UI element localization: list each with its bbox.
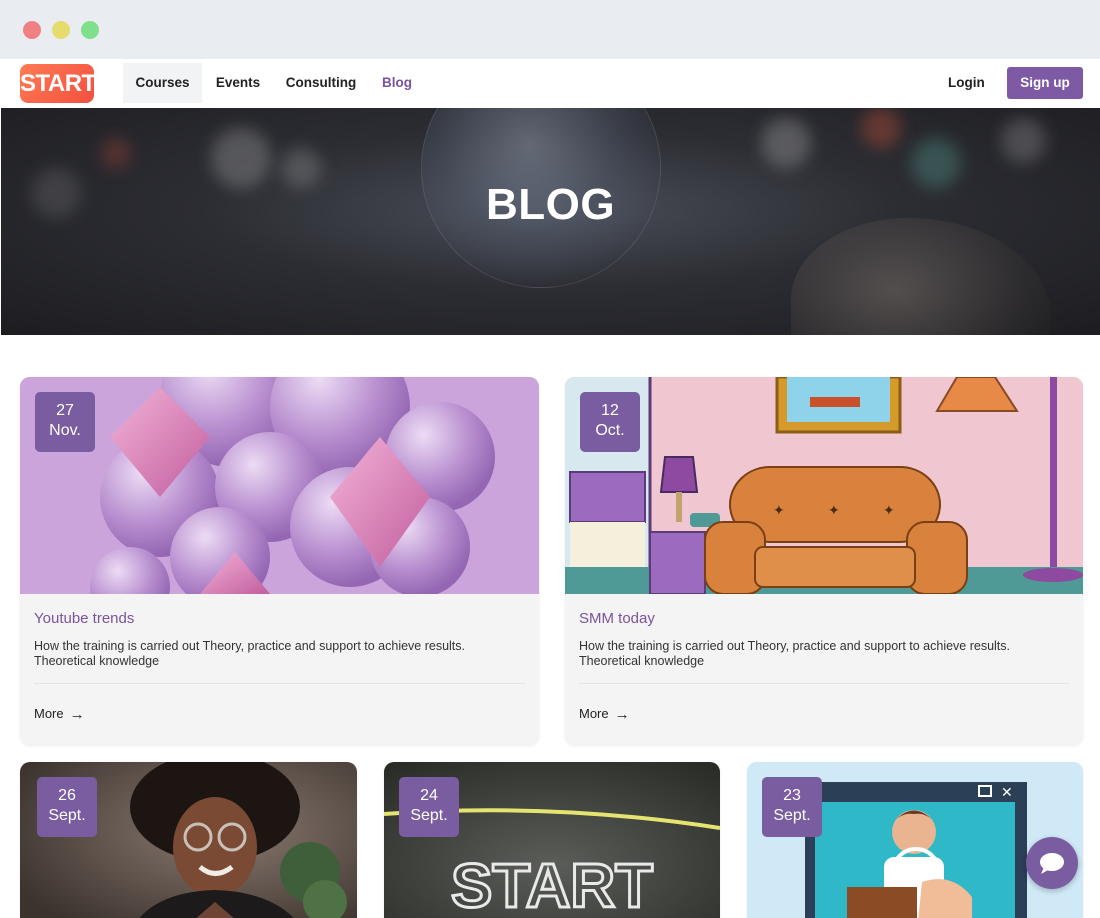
- chalk-start-text: START: [451, 852, 653, 918]
- more-link[interactable]: More →: [34, 706, 85, 723]
- post-title[interactable]: SMM today: [579, 610, 655, 627]
- post-title[interactable]: Youtube trends: [34, 610, 134, 627]
- card-divider: [579, 683, 1069, 684]
- post-description: How the training is carried out Theory, …: [579, 639, 1011, 668]
- date-day: 26: [58, 787, 76, 804]
- date-day: 23: [783, 787, 801, 804]
- svg-text:✕: ✕: [1001, 785, 1013, 801]
- nav-item-events[interactable]: Events: [210, 63, 266, 103]
- hero-hand-graphic: [791, 218, 1051, 335]
- chat-bubble-icon: [1040, 853, 1064, 874]
- arrow-right-icon: →: [69, 706, 85, 723]
- living-room-image: ✦ ✦ ✦: [565, 377, 1083, 594]
- more-label: More: [34, 706, 64, 721]
- date-badge: 23 Sept.: [762, 777, 822, 837]
- window-titlebar: [0, 0, 1100, 59]
- card-divider: [34, 683, 525, 684]
- start-logo[interactable]: START: [20, 64, 96, 103]
- post-description: How the training is carried out Theory, …: [34, 639, 466, 668]
- card-image: [20, 377, 539, 594]
- login-link[interactable]: Login: [948, 63, 985, 103]
- card-image: ✦ ✦ ✦: [565, 377, 1083, 594]
- nav-item-blog[interactable]: Blog: [376, 63, 418, 103]
- date-month: Oct.: [595, 422, 625, 439]
- date-day: 24: [420, 787, 438, 804]
- blog-card[interactable]: 27 Nov. Youtube trends How the training …: [20, 377, 539, 745]
- nav-item-courses[interactable]: Courses: [123, 63, 202, 103]
- svg-text:✦: ✦: [828, 502, 840, 518]
- chat-button[interactable]: [1026, 837, 1078, 889]
- signup-button[interactable]: Sign up: [1007, 67, 1083, 99]
- svg-text:✦: ✦: [773, 502, 785, 518]
- blog-hero-banner: BLOG: [1, 108, 1100, 335]
- nav-item-consulting[interactable]: Consulting: [280, 63, 362, 103]
- date-day: 12: [601, 402, 619, 419]
- blog-card[interactable]: ✦ ✦ ✦ 12 Oct. SMM today How the training…: [565, 377, 1083, 745]
- more-label: More: [579, 706, 609, 721]
- close-window-dot[interactable]: [23, 21, 41, 39]
- arrow-right-icon: →: [614, 706, 630, 723]
- date-badge: 12 Oct.: [580, 392, 640, 452]
- blog-card[interactable]: 26 Sept.: [20, 762, 357, 918]
- date-month: Sept.: [410, 807, 448, 824]
- blog-card[interactable]: START 24 Sept.: [384, 762, 720, 918]
- minimize-window-dot[interactable]: [52, 21, 70, 39]
- maximize-window-dot[interactable]: [81, 21, 99, 39]
- date-badge: 24 Sept.: [399, 777, 459, 837]
- date-day: 27: [56, 402, 74, 419]
- date-month: Nov.: [49, 422, 81, 439]
- date-badge: 27 Nov.: [35, 392, 95, 452]
- svg-text:✦: ✦: [883, 502, 895, 518]
- date-badge: 26 Sept.: [37, 777, 97, 837]
- more-link[interactable]: More →: [579, 706, 630, 723]
- page-title: BLOG: [485, 180, 616, 229]
- top-navigation: START Courses Events Consulting Blog Log…: [0, 59, 1100, 108]
- date-month: Sept.: [773, 807, 811, 824]
- spheres-image: [20, 377, 539, 594]
- date-month: Sept.: [48, 807, 86, 824]
